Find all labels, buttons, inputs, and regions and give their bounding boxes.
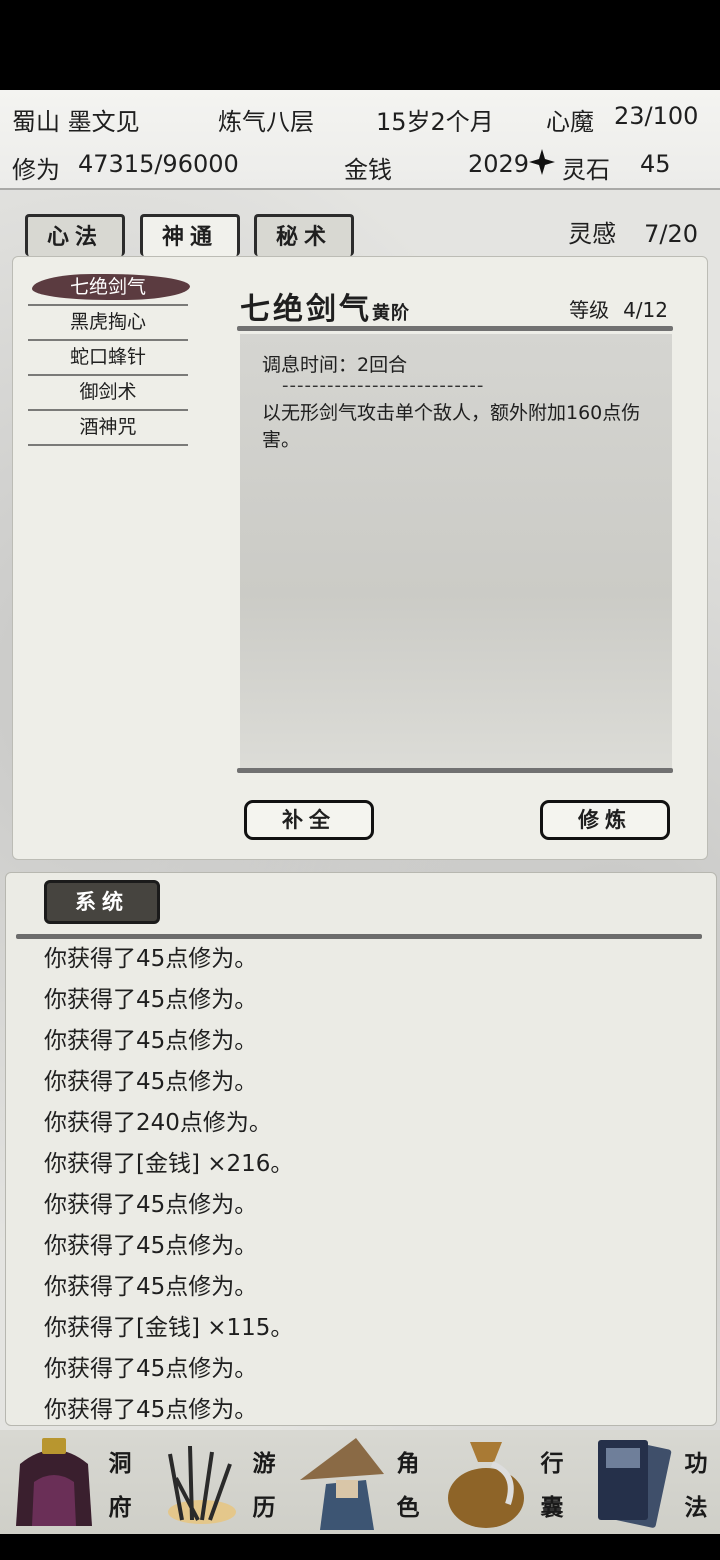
detail-bottom-divider xyxy=(237,768,673,773)
log-line: 你获得了[金钱] ×115。 xyxy=(44,1315,294,1341)
nav-label-character: 角色 xyxy=(396,1451,420,1521)
description-divider: --------------------------- xyxy=(282,375,485,396)
log-line: 你获得了45点修为。 xyxy=(44,1274,258,1300)
travel-grass-icon xyxy=(168,1445,236,1524)
nav-cave-dwelling[interactable]: 洞府 xyxy=(0,1430,144,1534)
log-line: 你获得了45点修为。 xyxy=(44,1356,258,1382)
complete-button[interactable]: 补全 xyxy=(244,800,374,840)
tab-divine-power[interactable]: 神通 xyxy=(140,214,240,256)
skill-item-sword-control[interactable]: 御剑术 xyxy=(28,377,188,411)
skill-item-wine-god-spell[interactable]: 酒神咒 xyxy=(28,412,188,446)
bottom-navigation: 洞府 游历 角色 行囊 功 法 xyxy=(0,1430,720,1534)
inspiration-counter: 灵感 7/20 xyxy=(568,214,698,249)
cave-dwelling-icon xyxy=(16,1438,92,1526)
money-value: 2029 xyxy=(468,150,530,178)
log-line: 你获得了45点修为。 xyxy=(44,1192,258,1218)
cultivation-label: 修为 xyxy=(12,156,60,184)
inspiration-label: 灵感 xyxy=(568,220,617,248)
log-line: 你获得了[金钱] ×216。 xyxy=(44,1151,294,1177)
tab-secret-art[interactable]: 秘术 xyxy=(254,214,354,256)
nav-technique[interactable]: 功法 xyxy=(576,1430,720,1534)
character-header: 蜀山 墨文见 炼气八层 15岁2个月 心魔 23/100 修为 47315/96… xyxy=(0,90,720,190)
tab-mind-method[interactable]: 心法 xyxy=(25,214,125,256)
skill-grade: 黄阶 xyxy=(372,303,410,324)
cultivation-value: 47315/96000 xyxy=(78,150,239,178)
log-line: 你获得了45点修为。 xyxy=(44,1233,258,1259)
spirit-stone-label: 灵石 xyxy=(562,156,610,184)
skill-item-black-tiger[interactable]: 黑虎掏心 xyxy=(28,307,188,341)
status-bar xyxy=(0,0,720,90)
system-navigation-bar xyxy=(0,1534,720,1560)
level-value: 4/12 xyxy=(623,298,668,322)
heart-demon-label: 心魔 xyxy=(546,108,594,136)
nav-label-travel: 游历 xyxy=(252,1451,276,1521)
nav-inventory[interactable]: 行囊 xyxy=(432,1430,576,1534)
log-line: 你获得了45点修为。 xyxy=(44,1028,258,1054)
log-line: 你获得了45点修为。 xyxy=(44,987,258,1013)
nav-label-cave: 洞府 xyxy=(108,1451,132,1521)
log-line: 你获得了240点修为。 xyxy=(44,1110,272,1136)
log-divider xyxy=(16,934,702,939)
nav-label-inventory: 行囊 xyxy=(540,1451,564,1521)
skill-list: 七绝剑气 黑虎掏心 蛇口蜂针 御剑术 酒神咒 xyxy=(28,272,190,447)
character-straw-hat-icon xyxy=(300,1438,384,1530)
inspiration-value: 7/20 xyxy=(644,220,698,248)
character-name: 蜀山 墨文见 xyxy=(12,108,140,136)
skill-item-qijue-sword-qi[interactable]: 七绝剑气 xyxy=(28,272,190,306)
realm-text: 炼气八层 xyxy=(218,108,314,136)
nav-travel[interactable]: 游历 xyxy=(144,1430,288,1534)
skill-rest-time: 调息时间：2回合 xyxy=(262,354,408,376)
skill-item-snake-bee-needle[interactable]: 蛇口蜂针 xyxy=(28,342,188,376)
level-label: 等级 xyxy=(569,298,610,322)
detail-top-divider xyxy=(237,326,673,331)
tab-system-log[interactable]: 系统 xyxy=(44,880,160,924)
log-list[interactable]: 你获得了45点修为。 你获得了45点修为。 你获得了45点修为。 你获得了45点… xyxy=(44,942,684,1434)
age-text: 15岁2个月 xyxy=(376,108,494,136)
money-label: 金钱 xyxy=(344,156,392,184)
skill-name: 七绝剑气 xyxy=(240,292,372,327)
train-button[interactable]: 修炼 xyxy=(540,800,670,840)
skill-detail-title: 七绝剑气黄阶 xyxy=(240,284,410,328)
skill-level: 等级 4/12 xyxy=(569,294,668,323)
skill-description: 以无形剑气攻击单个敌人，额外附加160点伤害。 xyxy=(262,402,641,451)
nav-label-technique: 功法 xyxy=(684,1451,708,1521)
technique-books-icon xyxy=(598,1440,672,1528)
nav-character[interactable]: 角色 xyxy=(288,1430,432,1534)
log-line: 你获得了45点修为。 xyxy=(44,1397,258,1423)
inventory-bag-icon xyxy=(448,1442,524,1528)
log-line: 你获得了45点修为。 xyxy=(44,1069,258,1095)
log-line: 你获得了45点修为。 xyxy=(44,946,258,972)
heart-demon-value: 23/100 xyxy=(614,102,699,130)
spirit-stone-value: 45 xyxy=(640,150,671,178)
spirit-stone-icon xyxy=(528,148,556,182)
